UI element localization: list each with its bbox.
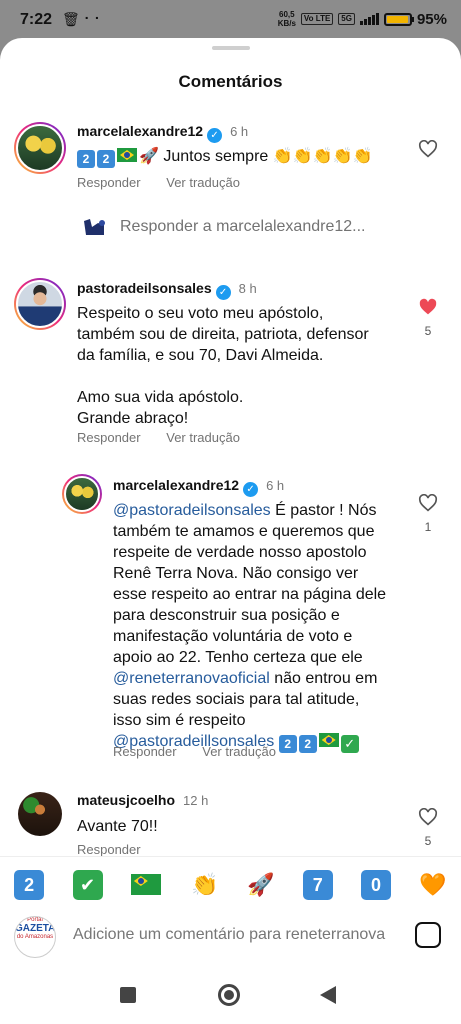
comment-composer: Portal GAZETA do Amazonas Adicione um co… <box>0 912 461 958</box>
orange-heart-icon[interactable]: 🧡 <box>419 872 446 898</box>
comment-username[interactable]: pastoradeilsonsales ✓ 8 h <box>77 280 257 300</box>
comment-text: @pastoradeilsonsales É pastor ! Nós tamb… <box>113 502 387 753</box>
home-button[interactable] <box>218 984 240 1006</box>
comment-actions: Responder <box>77 842 163 857</box>
avatar[interactable] <box>18 792 62 836</box>
clapping-hands-icon[interactable]: 👏 <box>191 872 218 898</box>
view-replies-text: Responder a marcelalexandre12... <box>120 218 366 235</box>
network-type: 5G <box>338 13 355 25</box>
reply-avatar-icon <box>84 219 105 235</box>
like-count: 5 <box>424 324 432 338</box>
status-time: 7:22 <box>20 11 53 28</box>
avatar[interactable] <box>14 278 66 330</box>
comment-input[interactable]: Adicione um comentário para reneterranov… <box>73 926 385 944</box>
back-button[interactable] <box>320 986 336 1004</box>
recents-button[interactable] <box>120 987 136 1003</box>
translate-button[interactable]: Ver tradução <box>166 175 240 190</box>
verified-icon: ✓ <box>243 482 259 497</box>
composer-avatar: Portal GAZETA do Amazonas <box>14 916 56 958</box>
reply-button[interactable]: Responder <box>77 842 141 857</box>
keycap-2-icon: 2 <box>77 150 95 168</box>
net-speed: 60,5 KB/s <box>277 10 296 28</box>
reply-button[interactable]: Responder <box>77 175 141 190</box>
volte-icon: Vo LTE <box>300 13 334 25</box>
brazil-flag-icon[interactable] <box>130 874 161 895</box>
heart-icon[interactable] <box>418 808 438 826</box>
keycap-2-icon: 2 <box>298 735 317 753</box>
comment-actions: Responder Ver tradução <box>77 430 262 445</box>
status-bar: 7:22 🗑 ⠂⠂ 60,5 KB/s Vo LTE 5G 95% <box>0 0 461 40</box>
battery-percent: 95% <box>416 10 447 28</box>
sheet-title: Comentários <box>178 72 283 91</box>
battery-icon <box>383 12 414 26</box>
check-mark-icon[interactable]: ✔ <box>72 869 103 900</box>
rocket-icon: 🚀 <box>139 148 159 165</box>
avatar[interactable] <box>14 122 66 174</box>
comment-actions: Responder Ver tradução <box>77 175 262 190</box>
heart-liked-icon[interactable] <box>418 298 438 316</box>
comment-username[interactable]: marcelalexandre12 ✓ 6 h <box>113 477 284 497</box>
comment-text: 2 2 🚀 Juntos sempre 👏👏👏👏👏 <box>77 146 407 168</box>
emoji-quick-bar: 2 ✔ 👏 🚀 7 0 🧡 <box>0 856 461 912</box>
verified-icon: ✓ <box>207 128 223 143</box>
comment-text: Avante 70!! <box>77 818 158 835</box>
avatar[interactable] <box>62 474 102 514</box>
view-replies-row[interactable]: Responder a marcelalexandre12... <box>82 217 365 237</box>
heart-icon[interactable] <box>418 494 438 512</box>
sheet-drag-handle[interactable] <box>212 46 250 50</box>
like-count: 1 <box>424 520 432 534</box>
translate-button[interactable]: Ver tradução <box>202 744 276 759</box>
translate-button[interactable]: Ver tradução <box>166 430 240 445</box>
comment-username[interactable]: mateusjcoelho 12 h <box>77 792 208 808</box>
verified-icon: ✓ <box>215 285 231 300</box>
heart-icon[interactable] <box>418 140 438 158</box>
like-count: 5 <box>424 834 432 848</box>
mention-link[interactable]: @pastoradeilsonsales <box>113 502 271 519</box>
comments-sheet: Comentários marcelalexandre12 ✓ 6 h 2 2 🚀 Ju… <box>0 38 461 1024</box>
notification-icons: 🗑 ⠂⠂ <box>62 11 105 27</box>
comment-text: Respeito o seu voto meu apóstolo, também… <box>77 305 369 427</box>
reply-button[interactable]: Responder <box>77 430 141 445</box>
check-mark-icon: ✓ <box>340 735 359 753</box>
brazil-flag-icon <box>117 148 137 162</box>
mention-link[interactable]: @reneterranovaoficial <box>113 670 270 687</box>
reply-button[interactable]: Responder <box>113 744 177 759</box>
sticker-icon[interactable] <box>415 922 441 948</box>
keycap-7-icon[interactable]: 7 <box>302 869 333 900</box>
keycap-2-icon[interactable]: 2 <box>14 869 45 900</box>
system-navbar <box>0 968 461 1024</box>
keycap-2-icon: 2 <box>97 150 115 168</box>
status-right: 60,5 KB/s Vo LTE 5G 95% <box>278 10 447 28</box>
comment-actions: Responder Ver tradução <box>113 744 298 759</box>
keycap-0-icon[interactable]: 0 <box>361 869 392 900</box>
signal-icon <box>359 13 379 25</box>
brazil-flag-icon <box>318 733 339 747</box>
rocket-icon[interactable]: 🚀 <box>247 872 274 898</box>
comment-username[interactable]: marcelalexandre12 ✓ 6 h <box>77 123 248 143</box>
clapping-hands-icon: 👏👏👏👏👏 <box>272 148 373 165</box>
